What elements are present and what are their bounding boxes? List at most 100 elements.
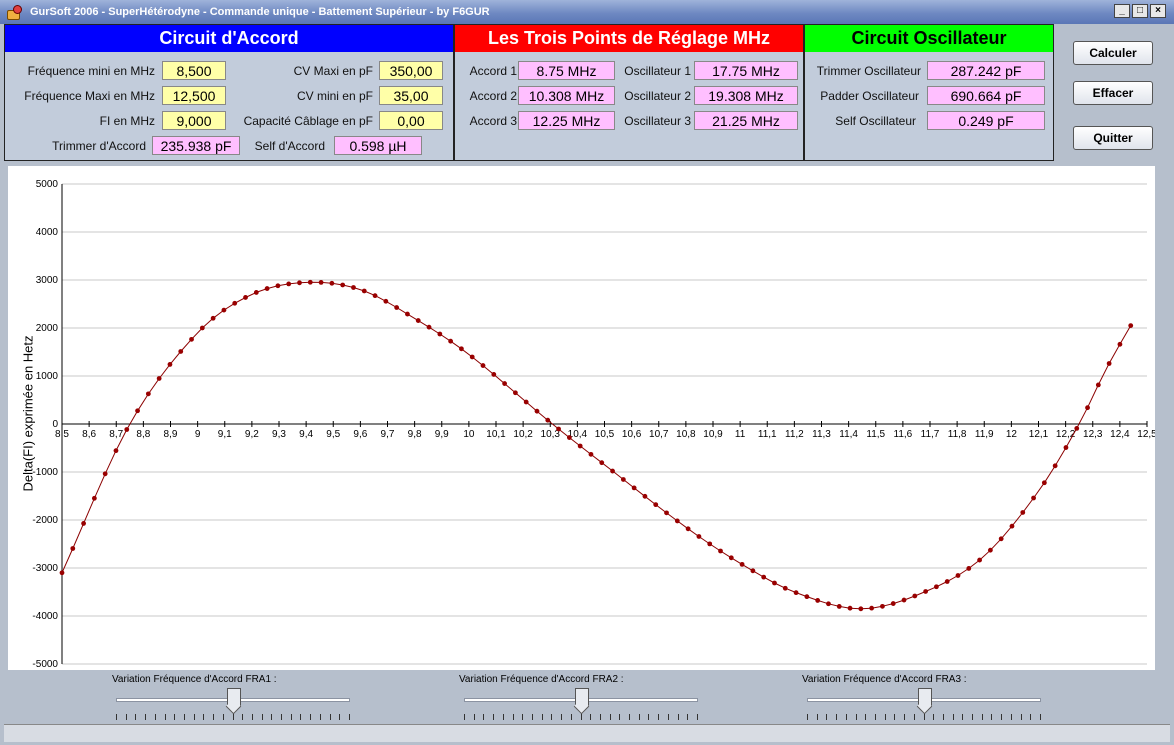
data-point [221, 307, 227, 313]
panel-header-oscillateur: Circuit Oscillateur [805, 25, 1053, 52]
data-point [577, 443, 583, 449]
data-point [718, 548, 723, 554]
label-accord-3: Accord 3 [469, 114, 517, 128]
x-tick-label: 9,8 [408, 429, 422, 440]
effacer-button[interactable]: Effacer [1073, 81, 1153, 105]
capacite-input[interactable]: 0,00 [379, 111, 443, 130]
data-point [102, 471, 108, 477]
slider-tick [580, 714, 582, 720]
slider-tick [904, 714, 906, 720]
x-tick-label: 11,7 [921, 429, 940, 440]
data-point [189, 336, 194, 342]
label-oscillateur-2: Oscillateur 2 [624, 89, 691, 103]
cv-min-input[interactable]: 35,00 [379, 86, 443, 105]
slider-tick [874, 714, 876, 720]
slider-thumb-fra3[interactable] [918, 688, 932, 712]
data-point [1063, 445, 1069, 450]
panel-circuit-oscillateur: Circuit Oscillateur Trimmer Oscillateur … [804, 24, 1054, 161]
data-point [426, 324, 432, 330]
label-freq-min: Fréquence mini en MHz [27, 64, 155, 78]
label-accord-1: Accord 1 [469, 64, 517, 78]
data-point [124, 427, 130, 432]
quitter-button[interactable]: Quitter [1073, 126, 1153, 150]
label-self-accord: Self d'Accord [254, 139, 325, 153]
slider-tick [1001, 714, 1003, 720]
x-tick-label: 8,6 [82, 429, 96, 440]
y-tick-label: 4000 [36, 227, 59, 238]
data-point [523, 399, 529, 405]
data-point [394, 305, 400, 310]
data-point [912, 593, 918, 599]
x-tick-label: 9,3 [272, 429, 286, 440]
x-tick-label: 8,8 [136, 429, 150, 440]
slider-tick [551, 714, 553, 720]
slider-label-fra2: Variation Fréquence d'Accord FRA2 : [459, 674, 624, 685]
maximize-icon[interactable]: □ [1132, 4, 1148, 18]
data-point [804, 594, 810, 600]
slider-tick [1040, 714, 1041, 720]
x-tick-label: 11,4 [839, 429, 858, 440]
x-tick-label: 9,7 [381, 429, 395, 440]
calculer-button[interactable]: Calculer [1073, 41, 1153, 65]
data-point [1095, 382, 1101, 388]
data-point [448, 338, 454, 344]
data-point [772, 580, 777, 586]
label-oscillateur-1: Oscillateur 1 [624, 64, 691, 78]
slider-tick [826, 714, 828, 720]
data-point [415, 318, 421, 323]
data-point [1128, 323, 1134, 328]
slider-tick [845, 714, 847, 720]
data-point [944, 579, 950, 584]
label-fi: FI en MHz [99, 114, 155, 128]
data-point [286, 281, 292, 287]
data-point [977, 557, 982, 563]
slider-tick [125, 714, 127, 720]
data-point [610, 468, 615, 474]
data-point [135, 408, 140, 414]
slider-ticks-fra1 [116, 714, 350, 720]
x-tick-label: 10,8 [676, 429, 696, 440]
data-point [620, 477, 626, 482]
data-point [1074, 425, 1080, 431]
slider-tick [541, 714, 543, 720]
data-point [880, 603, 885, 609]
cv-max-input[interactable]: 350,00 [379, 61, 443, 80]
data-point [361, 288, 367, 294]
x-tick-label: 10 [463, 429, 475, 440]
close-icon[interactable]: × [1150, 4, 1166, 18]
slider-tick [933, 714, 935, 720]
x-tick-label: 11,2 [785, 429, 804, 440]
data-point [232, 300, 238, 306]
label-oscillateur-3: Oscillateur 3 [624, 114, 691, 128]
slider-tick [1010, 714, 1012, 720]
slider-thumb-fra2[interactable] [575, 688, 589, 712]
x-tick-label: 11,9 [975, 429, 994, 440]
slider-tick [271, 714, 273, 720]
slider-tick [242, 714, 244, 720]
data-point [696, 534, 702, 539]
slider-thumb-fra1[interactable] [227, 688, 241, 712]
data-point [707, 541, 713, 547]
minimize-icon[interactable]: _ [1114, 4, 1130, 18]
data-point [998, 536, 1004, 542]
x-tick-label: 8,7 [109, 429, 123, 440]
chart-svg: 500040003000200010000-1000-2000-3000-400… [32, 179, 1155, 670]
x-tick-label: 11 [735, 429, 746, 440]
slider-tick [894, 714, 896, 720]
data-point [987, 547, 993, 553]
slider-tick [154, 714, 156, 720]
data-point [1052, 463, 1058, 469]
status-bar [4, 724, 1170, 742]
data-point [329, 280, 335, 286]
slider-tick [807, 714, 808, 720]
data-point [243, 295, 248, 300]
trimmer-osc-value: 287.242 pF [927, 61, 1045, 80]
label-padder-osc: Padder Oscillateur [820, 89, 919, 103]
slider-tick [464, 714, 465, 720]
data-point [405, 311, 410, 317]
data-point [512, 390, 518, 396]
slider-tick [300, 714, 302, 720]
data-point [307, 279, 313, 285]
slider-tick [512, 714, 514, 720]
x-tick-label: 11,5 [866, 429, 885, 440]
